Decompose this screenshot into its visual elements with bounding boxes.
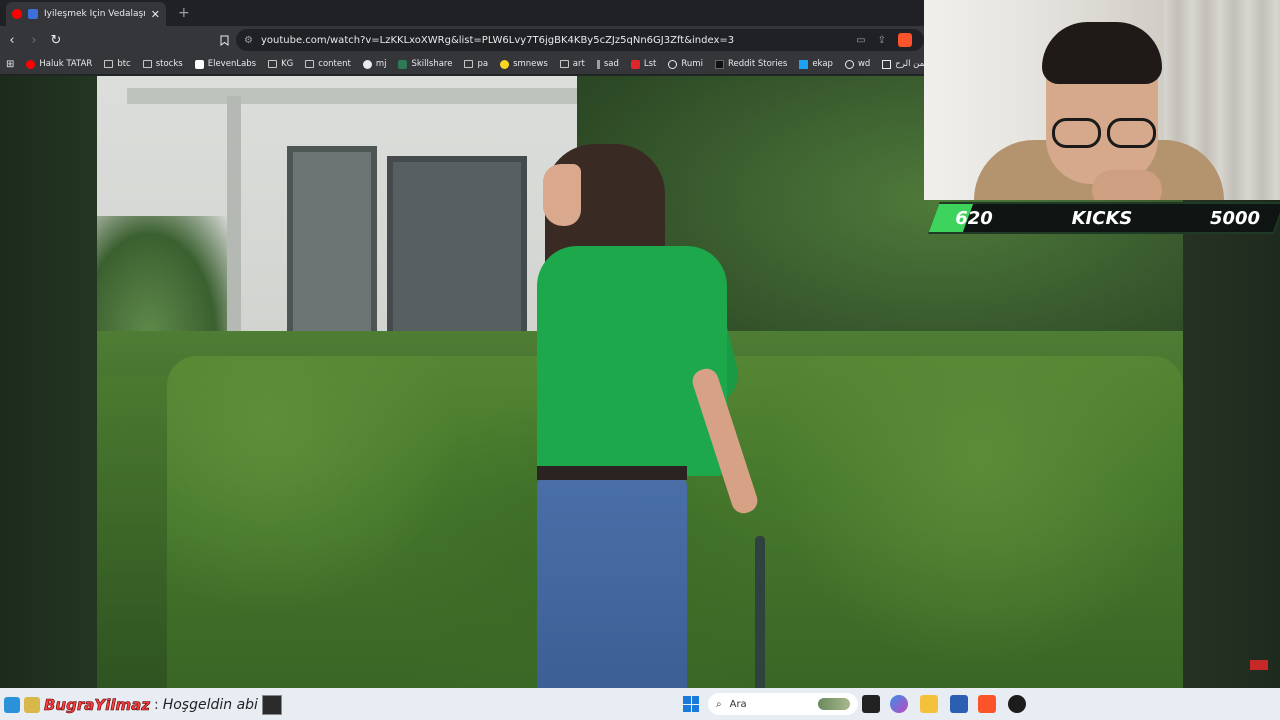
apps-grid-icon[interactable]: ⊞ (6, 59, 14, 70)
url-text: youtube.com/watch?v=LzKKLxoXWRg&list=PLW… (260, 34, 735, 46)
forward-icon[interactable]: › (24, 33, 44, 48)
tab-youtube[interactable]: İyileşmek İçin Vedalaşmak Şa ✕ (6, 2, 166, 26)
browser-toolbar: ‹ › ↻ ⚙ youtube.com/watch?v=LzKKLxoXWRg&… (0, 26, 924, 54)
d-icon (714, 59, 724, 69)
bookmark-item[interactable]: ekap (799, 59, 833, 69)
slash-icon (596, 59, 600, 69)
globe-icon (844, 59, 854, 69)
chat-separator: : (154, 697, 159, 713)
task-view-icon[interactable] (862, 695, 880, 713)
new-tab-button[interactable]: + (178, 5, 190, 21)
brave-shield-icon[interactable] (898, 33, 912, 47)
search-highlight-icon (818, 698, 850, 710)
kicks-counter: 620 KICKS 5000 (934, 202, 1280, 234)
walking-cane (755, 536, 765, 688)
bookmark-item[interactable]: smnews (500, 59, 548, 69)
github-icon (362, 59, 372, 69)
chat-badge-icon (4, 697, 20, 713)
kicks-current: 620 (955, 207, 993, 229)
bookmark-item[interactable]: Skillshare (398, 59, 452, 69)
bookmark-item[interactable]: الرحمن الرح... (882, 59, 924, 69)
search-placeholder: Ara (729, 698, 747, 710)
globe-icon (668, 59, 678, 69)
obs-icon[interactable] (1008, 695, 1026, 713)
brave-browser-icon[interactable] (978, 695, 996, 713)
kicks-label: KICKS (1071, 207, 1133, 229)
bookmark-item[interactable]: content (305, 59, 351, 69)
bookmark-item[interactable]: btc (104, 59, 131, 69)
bookmark-item[interactable]: sad (596, 59, 619, 69)
screen: { "browser": { "tab": { "title": "İyileş… (0, 0, 1280, 720)
bookmark-icon[interactable] (216, 32, 232, 48)
address-bar[interactable]: ⚙ youtube.com/watch?v=LzKKLxoXWRg&list=P… (236, 29, 924, 51)
folder-icon (104, 60, 114, 68)
chat-message: BugraYilmaz : Hoşgeldin abi (4, 693, 282, 717)
bird-icon (799, 59, 809, 69)
tab-media-icon (28, 9, 38, 19)
taskbar-search[interactable]: ⌕ Ara (708, 693, 858, 715)
folder-icon (464, 60, 474, 68)
bookmark-item[interactable]: Lst (630, 59, 656, 69)
skillshare-icon (398, 59, 408, 69)
windows-start-icon[interactable] (683, 696, 699, 712)
back-icon[interactable]: ‹ (2, 33, 22, 48)
webcam-overlay (924, 0, 1280, 200)
chat-badge-icon (24, 697, 40, 713)
s-icon (630, 59, 640, 69)
woman-figure (497, 136, 817, 688)
channel-watermark (1250, 660, 1268, 670)
snipping-tool-icon[interactable] (950, 695, 968, 713)
folder-icon (268, 60, 278, 68)
smiley-icon (500, 59, 510, 69)
kicks-goal: 5000 (1209, 207, 1261, 229)
bookmarks-bar: ⊞ Haluk TATAR btc stocks ElevenLabs KG c… (0, 54, 924, 75)
tab-title: İyileşmek İçin Vedalaşmak Şa (44, 9, 145, 19)
elevenlabs-icon (194, 59, 204, 69)
youtube-icon (12, 9, 22, 19)
bookmark-item[interactable]: Rumi (668, 59, 703, 69)
youtube-icon (26, 59, 36, 69)
copilot-icon[interactable] (890, 695, 908, 713)
bookmark-item[interactable]: mj (362, 59, 386, 69)
chat-username: BugraYilmaz (44, 696, 151, 715)
site-info-icon[interactable]: ⚙ (244, 35, 253, 46)
cast-icon[interactable]: ▭ (856, 35, 865, 46)
bookmark-item[interactable]: wd (844, 59, 870, 69)
browser-tab-strip: İyileşmek İçin Vedalaşmak Şa ✕ + (0, 0, 924, 26)
folder-icon (142, 60, 152, 68)
bookmark-item[interactable]: pa (464, 59, 488, 69)
folder-icon (305, 60, 315, 68)
file-explorer-icon[interactable] (920, 695, 938, 713)
doc-icon (882, 59, 892, 69)
search-icon: ⌕ (716, 698, 722, 710)
bookmark-item[interactable]: KG (268, 59, 293, 69)
glasses (1052, 118, 1156, 148)
tab-close-icon[interactable]: ✕ (151, 8, 160, 21)
chat-text: Hoşgeldin abi (162, 697, 258, 713)
chat-emote-icon (261, 695, 282, 715)
bookmark-item[interactable]: stocks (142, 59, 183, 69)
bookmark-item[interactable]: Haluk TATAR (26, 59, 92, 69)
bookmark-item[interactable]: Reddit Stories (714, 59, 787, 69)
bookmark-item[interactable]: art (559, 59, 585, 69)
share-icon[interactable]: ⇪ (878, 35, 886, 46)
reload-icon[interactable]: ↻ (46, 33, 66, 48)
folder-icon (559, 60, 569, 68)
bookmark-item[interactable]: ElevenLabs (194, 59, 256, 69)
